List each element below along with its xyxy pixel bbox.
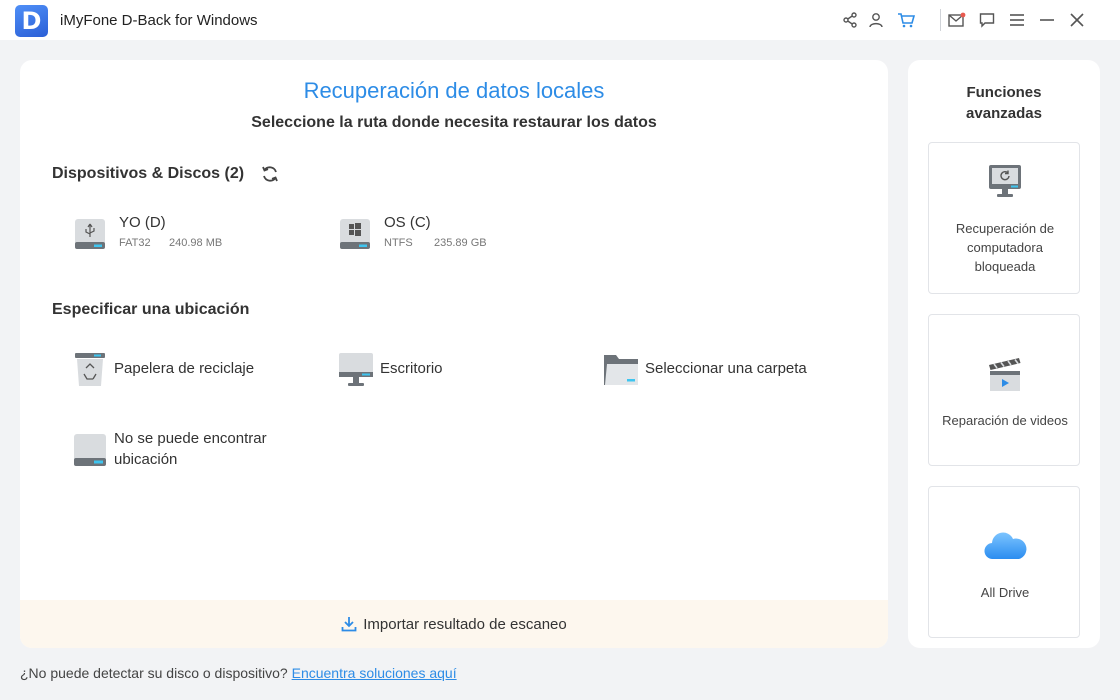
menu-icon[interactable] — [1006, 9, 1028, 31]
location-label: Escritorio — [380, 360, 443, 377]
title-bar: D iMyFone D-Back for Windows — [0, 0, 1120, 40]
titlebar-divider — [940, 9, 941, 31]
find-solutions-link[interactable]: Encuentra soluciones aquí — [292, 665, 457, 681]
drive-item[interactable]: OS (C) NTFS 235.89 GB — [338, 210, 538, 260]
app-title: iMyFone D-Back for Windows — [60, 12, 258, 29]
refresh-icon[interactable] — [260, 164, 280, 184]
locked-computer-icon — [989, 165, 1021, 197]
location-label: Papelera de reciclaje — [114, 360, 255, 377]
mail-icon[interactable] — [946, 9, 968, 31]
share-icon[interactable] — [839, 9, 861, 31]
footer-question: ¿No puede detectar su disco o dispositiv… — [20, 665, 288, 681]
location-unknown[interactable]: No se puede encontrar ubicación — [72, 430, 312, 472]
page-subtitle: Seleccione la ruta donde necesita restau… — [251, 114, 657, 131]
desktop-icon — [339, 353, 373, 386]
drive-filesystem: NTFS — [384, 237, 413, 249]
devices-section-title: Dispositivos & Discos (2) — [52, 165, 245, 182]
drive-name: YO (D) — [119, 214, 166, 231]
recycle-bin-icon — [75, 353, 105, 386]
drive-item[interactable]: YO (D) FAT32 240.98 MB — [73, 210, 273, 260]
cloud-icon — [984, 532, 1027, 560]
location-recycle-bin[interactable]: Papelera de reciclaje — [72, 352, 292, 388]
footer-help: ¿No puede detectar su disco o dispositiv… — [20, 665, 457, 681]
drive-size: 235.89 GB — [434, 237, 487, 249]
feature-all-drive[interactable]: All Drive — [928, 486, 1080, 638]
minimize-icon[interactable] — [1036, 9, 1058, 31]
advanced-functions-title-text: Funciones avanzadas — [966, 84, 1042, 122]
feature-locked-computer[interactable]: Recuperación de computadora bloqueada — [928, 142, 1080, 294]
feature-label: All Drive — [980, 585, 1030, 600]
location-select-folder[interactable]: Seleccionar una carpeta — [603, 352, 843, 388]
close-icon[interactable] — [1066, 9, 1088, 31]
windows-drive-icon — [340, 219, 370, 249]
video-repair-icon — [989, 358, 1021, 391]
unknown-drive-icon — [74, 434, 106, 466]
location-desktop[interactable]: Escritorio — [338, 352, 538, 388]
feature-label: Recuperación de computadora bloqueada — [955, 221, 1055, 274]
feature-label: Reparación de videos — [942, 413, 1068, 428]
feedback-icon[interactable] — [976, 9, 998, 31]
drive-size: 240.98 MB — [169, 237, 223, 249]
page-title: Recuperación de datos locales — [303, 78, 605, 103]
usb-drive-icon — [75, 219, 105, 249]
download-icon — [341, 617, 357, 632]
cart-icon[interactable] — [895, 9, 917, 31]
advanced-functions-title: Funciones avanzadas — [908, 82, 1100, 124]
user-icon[interactable] — [865, 9, 887, 31]
drive-filesystem: FAT32 — [119, 237, 151, 249]
drive-name: OS (C) — [384, 214, 431, 231]
app-logo: D — [15, 5, 48, 37]
folder-icon — [604, 355, 638, 385]
location-label: No se puede encontrar ubicación — [114, 430, 267, 468]
location-section-title: Especificar una ubicación — [52, 301, 250, 318]
advanced-functions-panel: Funciones avanzadas Recuperación de comp… — [908, 60, 1100, 648]
import-label: Importar resultado de escaneo — [363, 615, 567, 633]
feature-video-repair[interactable]: Reparación de videos — [928, 314, 1080, 466]
import-scan-result-button[interactable]: Importar resultado de escaneo — [20, 600, 888, 648]
local-recovery-panel: Recuperación de datos locales Seleccione… — [20, 60, 888, 648]
location-label: Seleccionar una carpeta — [645, 360, 807, 377]
